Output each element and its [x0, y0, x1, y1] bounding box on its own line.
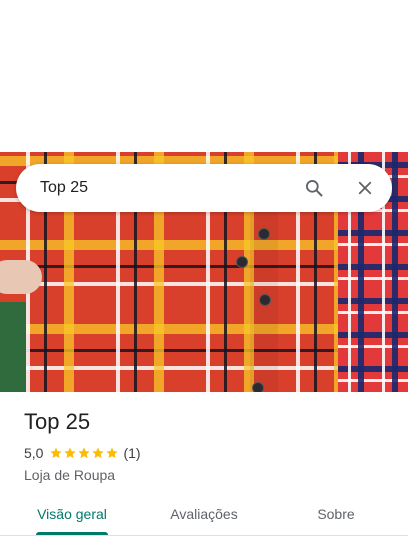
tab-reviews[interactable]: Avaliações — [148, 494, 260, 534]
tabs-divider — [0, 535, 408, 536]
rating-stars — [49, 446, 119, 460]
star-icon — [92, 447, 105, 459]
photo-shirt-button — [258, 228, 270, 240]
photo-shirt-button — [252, 382, 264, 392]
rating-value: 5,0 — [24, 445, 44, 461]
search-bar[interactable]: Top 25 — [16, 164, 392, 212]
star-icon — [64, 447, 77, 459]
star-icon — [78, 447, 91, 459]
close-button[interactable] — [349, 172, 381, 204]
rating-row[interactable]: 5,0 (1) — [24, 444, 394, 462]
photo-shirt-button — [236, 256, 248, 268]
place-tabs: Visão geral Avaliações Sobre — [0, 494, 408, 538]
tab-overview[interactable]: Visão geral — [16, 494, 128, 534]
photo-fabric-detail — [0, 302, 26, 392]
star-icon — [106, 447, 119, 459]
photo-placket-detail — [250, 182, 278, 392]
close-icon — [358, 181, 372, 195]
place-info: Top 25 5,0 (1) Loja de Roupa — [24, 408, 394, 484]
place-category[interactable]: Loja de Roupa — [24, 466, 394, 484]
search-input[interactable]: Top 25 — [40, 164, 88, 212]
map-blank-area — [0, 0, 408, 152]
tab-about[interactable]: Sobre — [280, 494, 392, 534]
search-button[interactable] — [298, 172, 330, 204]
reviews-count[interactable]: (1) — [123, 444, 140, 462]
photo-shirt-button — [259, 294, 271, 306]
place-title: Top 25 — [24, 409, 91, 434]
photo-hand-detail — [0, 260, 42, 294]
star-icon — [50, 447, 63, 459]
search-icon — [306, 180, 323, 197]
